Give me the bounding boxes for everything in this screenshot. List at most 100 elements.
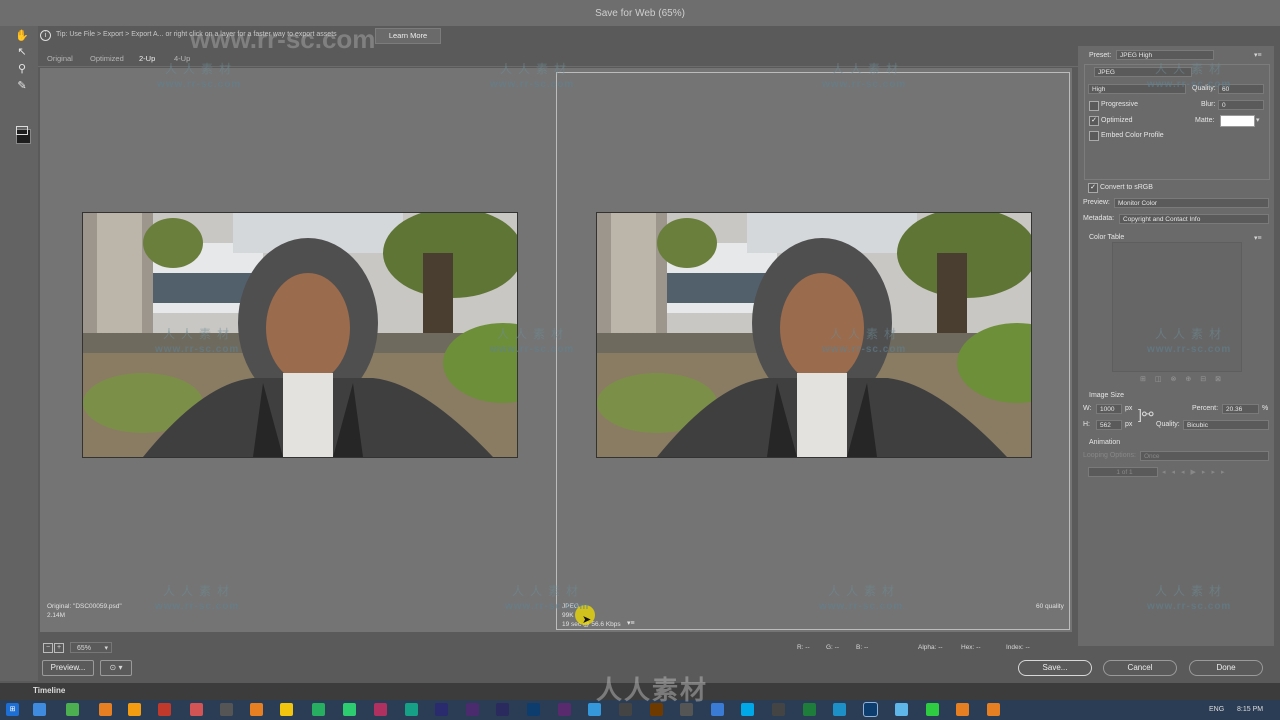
watermark-url: www.rr-sc.com bbox=[490, 344, 575, 355]
watermark-text: 人人素材 bbox=[163, 327, 236, 341]
looping-select[interactable]: Once bbox=[1140, 451, 1269, 461]
chrome-icon[interactable] bbox=[280, 703, 293, 716]
blur-input[interactable]: 0 bbox=[1218, 100, 1264, 110]
width-label: W: bbox=[1083, 405, 1092, 412]
tab-2-up[interactable]: 2-Up bbox=[139, 54, 155, 63]
link-dimensions-icon[interactable]: ]⚯ bbox=[1138, 406, 1154, 422]
after-effects-icon[interactable] bbox=[435, 703, 448, 716]
readout-hex: Hex: -- bbox=[961, 644, 981, 651]
width-input[interactable]: 1000 bbox=[1096, 404, 1122, 414]
width-unit: px bbox=[1125, 405, 1133, 412]
metadata-select[interactable]: Copyright and Contact Info bbox=[1119, 214, 1269, 224]
percent-unit: % bbox=[1262, 405, 1269, 412]
watermark-text: 人人素材 bbox=[830, 327, 903, 341]
app-icon[interactable] bbox=[312, 703, 325, 716]
chevron-down-icon[interactable]: ▾ bbox=[1256, 116, 1260, 124]
browser-preview-icon[interactable]: ⊙ ▾ bbox=[100, 660, 132, 676]
app-icon[interactable] bbox=[158, 703, 171, 716]
preset-select[interactable]: JPEG High bbox=[1116, 50, 1214, 60]
slice-select-icon[interactable]: ↖ bbox=[14, 45, 30, 59]
language-indicator[interactable]: ENG bbox=[1209, 706, 1224, 713]
preview-label: Preview: bbox=[1083, 199, 1110, 206]
app-icon[interactable] bbox=[956, 703, 969, 716]
original-filename: Original: "DSC00059.psd" bbox=[47, 603, 122, 610]
eyedropper-icon[interactable]: ✎ bbox=[14, 79, 30, 93]
hand-tool-icon[interactable]: ✋ bbox=[14, 29, 30, 43]
readout-index: Index: -- bbox=[1006, 644, 1030, 651]
app-icon[interactable] bbox=[496, 703, 509, 716]
app-icon[interactable] bbox=[711, 703, 724, 716]
app-icon[interactable] bbox=[190, 703, 203, 716]
chevron-down-icon: ▾ bbox=[104, 645, 108, 652]
app-icon[interactable] bbox=[99, 703, 112, 716]
title-bar: Save for Web (65%) bbox=[0, 0, 1280, 26]
animation-title: Animation bbox=[1089, 439, 1121, 446]
app-icon[interactable] bbox=[250, 703, 263, 716]
looping-label: Looping Options: bbox=[1083, 452, 1136, 459]
settings-menu-icon[interactable]: ▾≡ bbox=[1254, 51, 1262, 59]
optimized-checkbox[interactable]: ✓ bbox=[1089, 116, 1099, 126]
photoshop-active-icon[interactable] bbox=[863, 702, 878, 717]
done-button[interactable]: Done bbox=[1189, 660, 1263, 676]
height-unit: px bbox=[1125, 421, 1133, 428]
app-icon[interactable] bbox=[374, 703, 387, 716]
zoom-tool-icon[interactable]: ⚲ bbox=[14, 62, 30, 76]
height-input[interactable]: 562 bbox=[1096, 420, 1122, 430]
app-icon[interactable] bbox=[987, 703, 1000, 716]
zoom-out-icon[interactable]: − bbox=[43, 643, 53, 653]
convert-srgb-label: Convert to sRGB bbox=[1100, 184, 1153, 191]
watermark-url: www.rr-sc.com bbox=[1147, 344, 1232, 355]
watermark-text: 人人素材 bbox=[165, 62, 238, 76]
progressive-checkbox[interactable] bbox=[1089, 101, 1099, 111]
cancel-button[interactable]: Cancel bbox=[1103, 660, 1177, 676]
zoom-in-icon[interactable]: + bbox=[54, 643, 64, 653]
start-icon[interactable]: ⊞ bbox=[6, 703, 19, 716]
embed-profile-checkbox[interactable] bbox=[1089, 131, 1099, 141]
explorer-icon[interactable] bbox=[33, 703, 46, 716]
watermark-text: 人人素材 bbox=[163, 584, 236, 598]
app-icon[interactable] bbox=[343, 703, 356, 716]
vlc-icon[interactable] bbox=[128, 703, 141, 716]
readout-g: G: -- bbox=[826, 644, 839, 651]
convert-srgb-checkbox[interactable]: ✓ bbox=[1088, 183, 1098, 193]
tab-original[interactable]: Original bbox=[47, 54, 73, 63]
download-menu-icon[interactable]: ▾≡ bbox=[627, 619, 635, 627]
watermark-url: www.rr-sc.com bbox=[155, 344, 240, 355]
save-button[interactable]: Save... bbox=[1018, 660, 1092, 676]
toggle-slices-icon[interactable] bbox=[14, 123, 30, 137]
learn-more-button[interactable]: Learn More bbox=[375, 28, 441, 44]
matte-color-swatch[interactable] bbox=[1220, 115, 1255, 127]
app-icon[interactable] bbox=[558, 703, 571, 716]
watermark-text: 人人素材 bbox=[832, 62, 905, 76]
preview-select[interactable]: Monitor Color bbox=[1114, 198, 1269, 208]
percent-input[interactable]: 20.36 bbox=[1222, 404, 1259, 414]
watermark-url: www.rr-sc.com bbox=[1147, 601, 1232, 612]
skype-icon[interactable] bbox=[741, 703, 754, 716]
app-icon[interactable] bbox=[405, 703, 418, 716]
color-table-tools-icon[interactable]: ⊞◫⊗⊕⊟⊠ bbox=[1140, 375, 1230, 383]
premiere-icon[interactable] bbox=[466, 703, 479, 716]
info-icon: i bbox=[40, 30, 51, 41]
cursor-icon: ➤ bbox=[582, 614, 592, 626]
original-size: 2.14M bbox=[47, 612, 66, 619]
watermark-url: www.rr-sc.com bbox=[157, 79, 242, 90]
app-icon[interactable] bbox=[833, 703, 846, 716]
clock[interactable]: 8:15 PM bbox=[1237, 706, 1263, 713]
metadata-label: Metadata: bbox=[1083, 215, 1115, 222]
app-icon[interactable] bbox=[220, 703, 233, 716]
photoshop-icon[interactable] bbox=[527, 703, 540, 716]
app-icon[interactable] bbox=[66, 703, 79, 716]
color-table-menu-icon[interactable]: ▾≡ bbox=[1254, 234, 1262, 242]
animation-controls-icon[interactable]: ◂◂◂▶▸▸▸ bbox=[1162, 468, 1268, 477]
watermark-text: 人人素材 bbox=[512, 584, 585, 598]
app-icon[interactable] bbox=[772, 703, 785, 716]
percent-label: Percent: bbox=[1192, 405, 1219, 412]
app-icon[interactable] bbox=[895, 703, 908, 716]
zoom-select[interactable]: 65% ▾ bbox=[70, 642, 112, 653]
preview-button[interactable]: Preview... bbox=[42, 660, 94, 676]
app-icon[interactable] bbox=[926, 703, 939, 716]
excel-icon[interactable] bbox=[803, 703, 816, 716]
tab-optimized[interactable]: Optimized bbox=[90, 54, 124, 63]
resample-select[interactable]: Bicubic bbox=[1183, 420, 1269, 430]
blur-label: Blur: bbox=[1201, 101, 1216, 108]
